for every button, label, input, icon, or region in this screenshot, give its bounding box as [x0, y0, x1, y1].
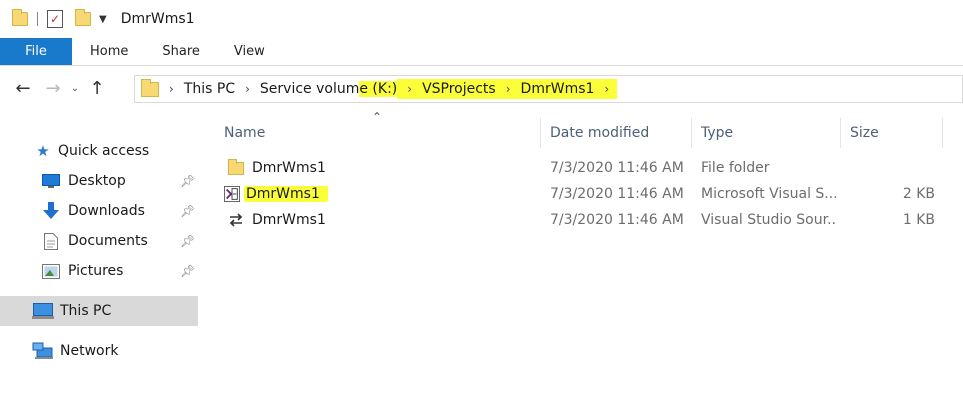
file-name: DmrWms1	[252, 160, 326, 176]
pin-icon[interactable]: 📌︎	[180, 234, 195, 248]
ribbon-tabs: File Home Share View	[0, 38, 963, 66]
documents-icon	[42, 232, 60, 250]
date-modified-cell: 7/3/2020 11:46 AM	[550, 212, 684, 228]
tab-share[interactable]: Share	[145, 38, 217, 65]
sidebar-item-downloads[interactable]: Downloads 📌︎	[0, 196, 198, 226]
sidebar-item-label: This PC	[60, 303, 112, 319]
computer-icon	[32, 303, 54, 319]
forward-arrow-icon[interactable]: →	[40, 75, 66, 101]
size-cell: 1 KB	[902, 212, 935, 228]
chevron-right-icon[interactable]: ›	[407, 82, 413, 96]
navigation-bar: ← → ⌄ ↑ › This PC › Service volume (K:) …	[0, 66, 963, 110]
sidebar-item-desktop[interactable]: Desktop 📌︎	[0, 166, 198, 196]
quick-access-folder-icon[interactable]	[12, 9, 28, 26]
file-name: DmrWms1	[244, 186, 328, 202]
window-title: DmrWms1	[120, 11, 195, 27]
column-divider[interactable]	[840, 118, 841, 148]
table-row[interactable]: DmrWms1 7/3/2020 11:46 AM Visual Studio …	[220, 208, 945, 232]
type-cell: Visual Studio Sour...	[701, 212, 836, 228]
title-bar: ✓ ▼ DmrWms1	[0, 0, 963, 38]
size-cell: 2 KB	[902, 186, 935, 202]
file-name: DmrWms1	[252, 212, 326, 228]
file-name-cell: DmrWms1	[228, 156, 528, 180]
chevron-right-icon[interactable]: ›	[169, 82, 174, 96]
tab-view[interactable]: View	[217, 38, 282, 65]
navigation-pane: ★ Quick access Desktop 📌︎ Downloads 📌︎ D…	[0, 110, 200, 416]
breadcrumb-this-pc[interactable]: This PC	[184, 81, 235, 97]
sidebar-item-label: Desktop	[68, 173, 126, 189]
date-modified-cell: 7/3/2020 11:46 AM	[550, 186, 684, 202]
column-divider[interactable]	[691, 118, 692, 148]
type-cell: File folder	[701, 160, 770, 176]
new-folder-icon[interactable]	[75, 9, 91, 26]
sidebar-item-label: Documents	[68, 233, 148, 249]
sidebar-item-pictures[interactable]: Pictures 📌︎	[0, 256, 198, 286]
column-header-size[interactable]: Size	[850, 120, 940, 146]
size-cell	[850, 156, 935, 180]
sidebar-item-network[interactable]: Network	[0, 336, 198, 366]
chevron-right-icon[interactable]: ›	[505, 82, 511, 96]
breadcrumb-service-volume[interactable]: Service volume (K:)	[260, 81, 398, 97]
column-divider[interactable]	[540, 118, 541, 148]
vs-source-control-icon	[228, 212, 244, 228]
up-arrow-icon[interactable]: ↑	[84, 75, 110, 101]
tab-home[interactable]: Home	[72, 38, 145, 65]
column-header-name[interactable]: Name	[224, 120, 524, 146]
sidebar-item-quick-access[interactable]: ★ Quick access	[0, 136, 198, 166]
recent-locations-chevron-icon[interactable]: ⌄	[66, 75, 84, 101]
column-header-type[interactable]: Type	[701, 120, 841, 146]
star-icon: ★	[36, 142, 50, 160]
sidebar-item-documents[interactable]: Documents 📌︎	[0, 226, 198, 256]
file-name-cell: DmrWms1	[228, 208, 528, 232]
breadcrumb-dmrwms1[interactable]: DmrWms1	[521, 81, 595, 97]
pictures-icon	[42, 263, 60, 279]
vs-solution-icon	[224, 186, 240, 202]
sidebar-item-label: Pictures	[68, 263, 124, 279]
customize-toolbar-dropdown-icon[interactable]: ▼	[99, 14, 107, 25]
tab-file[interactable]: File	[0, 38, 72, 65]
properties-icon[interactable]: ✓	[47, 10, 63, 28]
network-icon	[32, 342, 54, 359]
file-list: ⌃ Name Date modified Type Size DmrWms1 7…	[200, 110, 963, 416]
sidebar-item-label: Network	[60, 343, 119, 359]
downloads-icon	[42, 202, 60, 219]
folder-icon	[228, 158, 244, 176]
date-modified-cell: 7/3/2020 11:46 AM	[550, 160, 684, 176]
column-header-date-modified[interactable]: Date modified	[550, 120, 690, 146]
sidebar-item-this-pc[interactable]: This PC	[0, 296, 198, 326]
address-folder-icon	[141, 78, 159, 97]
desktop-icon	[42, 173, 60, 189]
chevron-right-icon[interactable]: ›	[604, 82, 610, 96]
pin-icon[interactable]: 📌︎	[180, 264, 195, 278]
back-arrow-icon[interactable]: ←	[10, 75, 36, 101]
chevron-right-icon[interactable]: ›	[245, 82, 250, 96]
address-bar[interactable]: › This PC › Service volume (K:) › VSProj…	[134, 75, 963, 103]
pin-icon[interactable]: 📌︎	[180, 204, 195, 218]
quick-access-separator	[37, 12, 38, 26]
file-name-cell: DmrWms1	[224, 182, 524, 206]
sidebar-item-label: Downloads	[68, 203, 145, 219]
table-row[interactable]: DmrWms1 7/3/2020 11:46 AM File folder	[220, 156, 945, 180]
breadcrumb-vsprojects[interactable]: VSProjects	[422, 81, 496, 97]
table-row[interactable]: DmrWms1 7/3/2020 11:46 AM Microsoft Visu…	[220, 182, 945, 206]
type-cell: Microsoft Visual S...	[701, 186, 836, 202]
pin-icon[interactable]: 📌︎	[180, 174, 195, 188]
column-divider[interactable]	[942, 118, 943, 148]
sidebar-item-label: Quick access	[58, 143, 150, 159]
